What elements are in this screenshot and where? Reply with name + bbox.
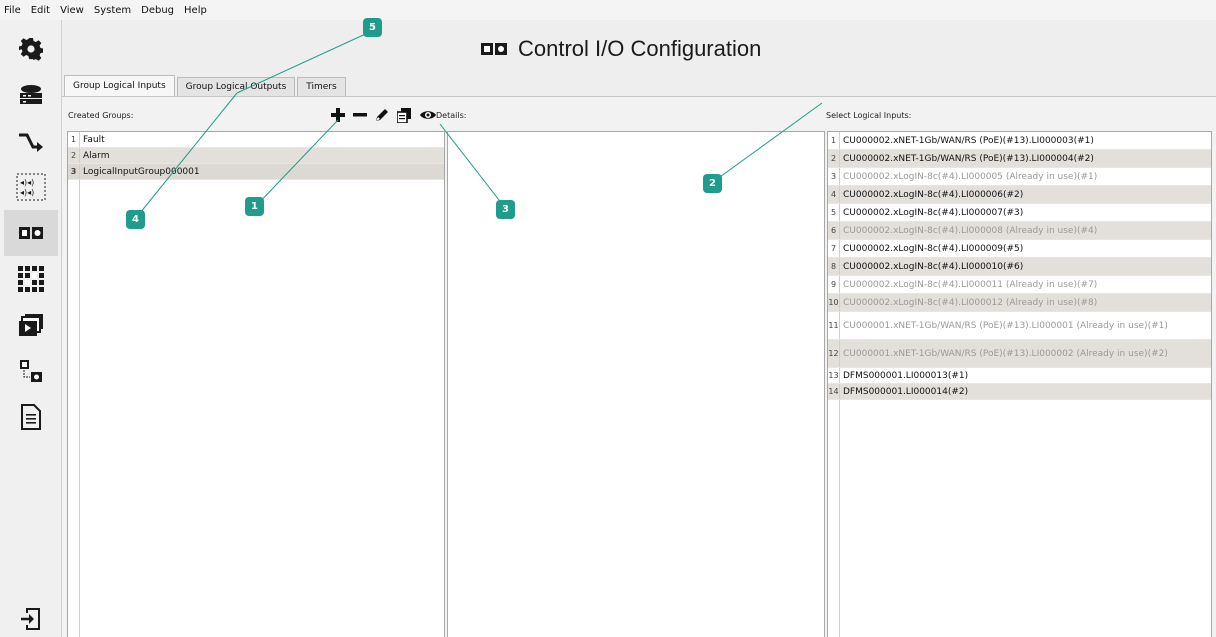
menu-edit[interactable]: Edit bbox=[31, 5, 50, 16]
logout-icon bbox=[20, 607, 42, 631]
input-row[interactable]: 12 CU000001.xNET-1Gb/WAN/RS (PoE)(#13).L… bbox=[828, 340, 1211, 368]
input-row[interactable]: 14 DFMS000001.LI000014(#2) bbox=[828, 384, 1211, 400]
view-eye-icon[interactable] bbox=[420, 107, 436, 123]
sidebar-item-audio-io[interactable]: ◂)◂) ◂)◂) bbox=[4, 164, 58, 210]
group-row[interactable]: 1 Fault bbox=[68, 132, 444, 148]
sidebar-item-io-mapping[interactable] bbox=[4, 348, 58, 394]
input-row[interactable]: 11 CU000001.xNET-1Gb/WAN/RS (PoE)(#13).L… bbox=[828, 312, 1211, 340]
menu-help[interactable]: Help bbox=[184, 5, 207, 16]
tab-group-logical-outputs[interactable]: Group Logical Outputs bbox=[176, 77, 296, 96]
callout-4: 4 bbox=[126, 210, 145, 229]
sidebar-item-document[interactable] bbox=[4, 394, 58, 440]
input-row[interactable]: 4 CU000002.xLogIN-8c(#4).LI000006(#2) bbox=[828, 186, 1211, 204]
control-io-icon bbox=[480, 42, 508, 56]
router-icon bbox=[18, 83, 44, 107]
input-row[interactable]: 6 CU000002.xLogIN-8c(#4).LI000008 (Alrea… bbox=[828, 222, 1211, 240]
callout-5: 5 bbox=[363, 18, 382, 37]
page-title: Control I/O Configuration bbox=[480, 33, 761, 65]
page-title-text: Control I/O Configuration bbox=[518, 36, 762, 61]
sidebar-item-media[interactable] bbox=[4, 302, 58, 348]
sidebar-item-routing[interactable] bbox=[4, 118, 58, 164]
details-label: Details: bbox=[436, 111, 467, 120]
document-icon bbox=[21, 404, 41, 430]
sidebar: ◂)◂) ◂)◂) bbox=[0, 20, 62, 637]
select-logical-inputs-label: Select Logical Inputs: bbox=[826, 111, 912, 120]
tab-group-logical-inputs[interactable]: Group Logical Inputs bbox=[64, 75, 175, 96]
callout-1: 1 bbox=[245, 197, 264, 216]
input-row[interactable]: 9 CU000002.xLogIN-8c(#4).LI000011 (Alrea… bbox=[828, 276, 1211, 294]
callout-2: 2 bbox=[703, 174, 722, 193]
io-mapping-icon bbox=[19, 359, 43, 383]
created-groups-label: Created Groups: bbox=[68, 111, 134, 120]
input-row[interactable]: 5 CU000002.xLogIN-8c(#4).LI000007(#3) bbox=[828, 204, 1211, 222]
gear-icon bbox=[19, 37, 43, 61]
grid-matrix-icon bbox=[18, 266, 44, 292]
add-icon[interactable] bbox=[330, 107, 346, 123]
tab-content: Created Groups: Details: Select Logical … bbox=[62, 96, 1216, 637]
menu-bar: File Edit View System Debug Help bbox=[0, 0, 1216, 20]
menu-file[interactable]: File bbox=[4, 5, 21, 16]
input-row[interactable]: 3 CU000002.xLogIN-8c(#4).LI000005 (Alrea… bbox=[828, 168, 1211, 186]
tab-timers[interactable]: Timers bbox=[297, 77, 346, 96]
copy-icon[interactable] bbox=[396, 107, 412, 123]
svg-text:◂)◂): ◂)◂) bbox=[20, 178, 34, 187]
sidebar-item-matrix[interactable] bbox=[4, 256, 58, 302]
sidebar-item-logout[interactable] bbox=[4, 596, 58, 637]
control-io-icon bbox=[18, 226, 44, 240]
input-row[interactable]: 13 DFMS000001.LI000013(#1) bbox=[828, 368, 1211, 384]
group-row-selected[interactable]: 3 LogicalInputGroup000001 bbox=[68, 164, 444, 180]
menu-system[interactable]: System bbox=[94, 5, 131, 16]
input-row[interactable]: 2 CU000002.xNET-1Gb/WAN/RS (PoE)(#13).LI… bbox=[828, 150, 1211, 168]
edit-brush-icon[interactable] bbox=[374, 107, 390, 123]
sidebar-item-settings[interactable] bbox=[4, 26, 58, 72]
input-row[interactable]: 7 CU000002.xLogIN-8c(#4).LI000009(#5) bbox=[828, 240, 1211, 258]
sidebar-item-network[interactable] bbox=[4, 72, 58, 118]
input-row[interactable]: 1 CU000002.xNET-1Gb/WAN/RS (PoE)(#13).LI… bbox=[828, 132, 1211, 150]
routing-arrow-icon bbox=[17, 130, 45, 152]
sidebar-item-control-io[interactable] bbox=[4, 210, 58, 256]
svg-text:◂)◂): ◂)◂) bbox=[20, 188, 34, 197]
menu-view[interactable]: View bbox=[60, 5, 84, 16]
input-row[interactable]: 10 CU000002.xLogIN-8c(#4).LI000012 (Alre… bbox=[828, 294, 1211, 312]
media-windows-icon bbox=[18, 313, 44, 337]
remove-icon[interactable] bbox=[352, 107, 368, 123]
tab-bar: Group Logical Inputs Group Logical Outpu… bbox=[62, 75, 348, 96]
group-row[interactable]: 2 Alarm bbox=[68, 148, 444, 164]
callout-3: 3 bbox=[496, 200, 515, 219]
main-area: Control I/O Configuration Group Logical … bbox=[62, 20, 1216, 637]
menu-debug[interactable]: Debug bbox=[141, 5, 174, 16]
input-row[interactable]: 8 CU000002.xLogIN-8c(#4).LI000010(#6) bbox=[828, 258, 1211, 276]
audio-io-icon: ◂)◂) ◂)◂) bbox=[16, 173, 46, 201]
logical-inputs-list[interactable]: 1 CU000002.xNET-1Gb/WAN/RS (PoE)(#13).LI… bbox=[827, 131, 1212, 637]
